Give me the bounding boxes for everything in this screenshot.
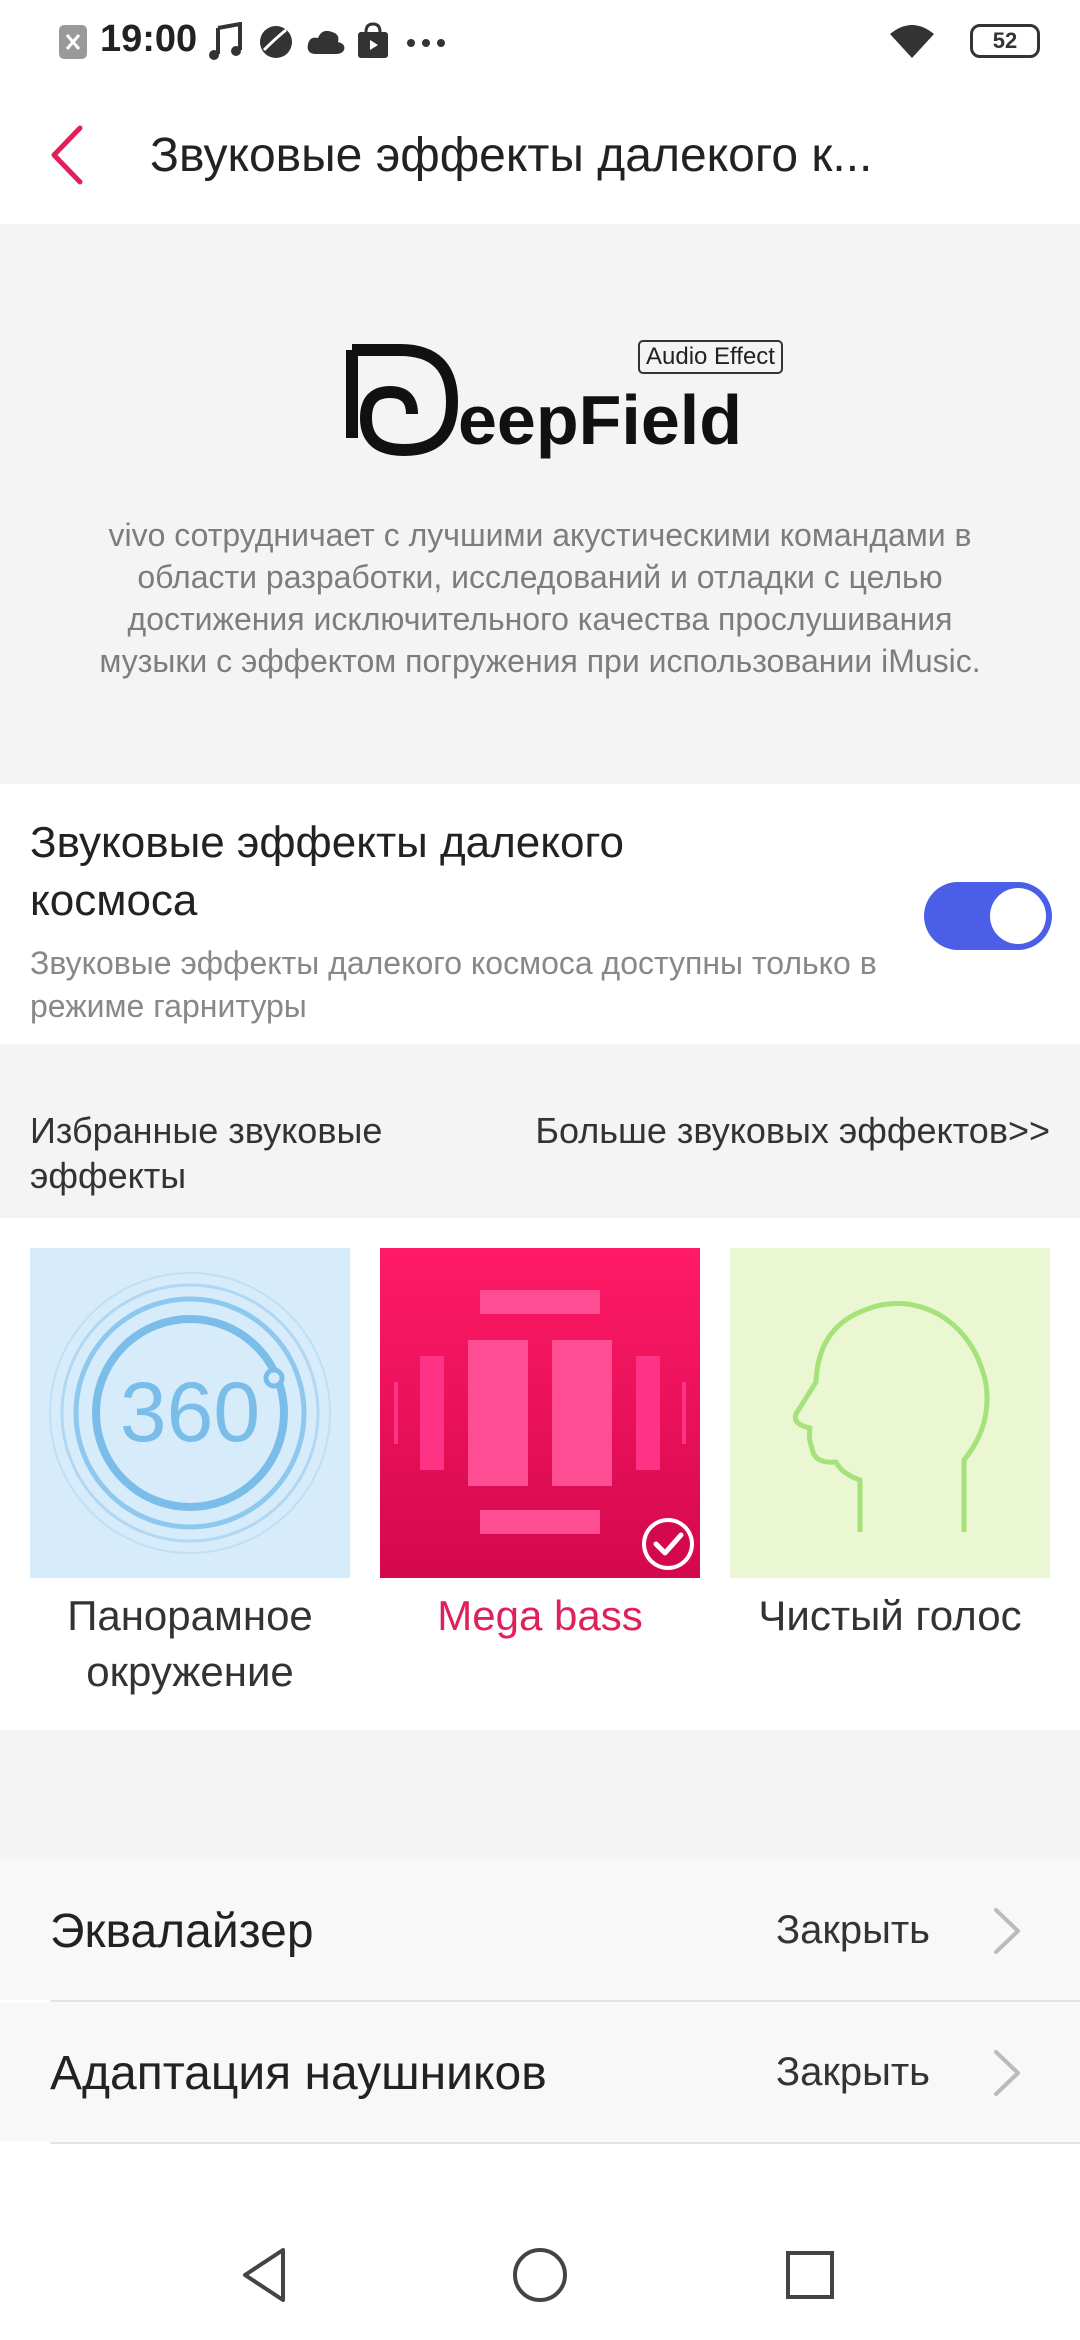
chevron-right-icon bbox=[994, 2050, 1020, 2096]
battery-indicator: 52 bbox=[970, 24, 1040, 58]
app-header: Звуковые эффекты далекого к... bbox=[0, 84, 1080, 224]
effect-card-mega-bass[interactable] bbox=[380, 1248, 700, 1578]
effect-label-mega-bass: Mega bass bbox=[437, 1592, 643, 1639]
app-notification-icon bbox=[260, 26, 292, 58]
page-title: Звуковые эффекты далекого к... bbox=[150, 129, 873, 182]
svg-text:eepField: eepField bbox=[458, 381, 742, 459]
selected-check-icon bbox=[642, 1518, 694, 1570]
more-notifications-icon bbox=[407, 39, 445, 47]
effect-card-panoramic[interactable]: 360 bbox=[30, 1248, 350, 1578]
wifi-icon bbox=[890, 25, 934, 58]
nav-back-button[interactable] bbox=[231, 2240, 301, 2310]
deep-space-toggle[interactable] bbox=[924, 882, 1052, 950]
effect-label-panoramic: Панорамное окружение bbox=[67, 1592, 313, 1695]
headphone-adaptation-label: Адаптация наушников bbox=[50, 2047, 547, 2100]
clear-voice-head-icon bbox=[730, 1248, 1050, 1578]
nav-home-button[interactable] bbox=[505, 2240, 575, 2310]
sim-missing-icon bbox=[59, 25, 87, 59]
svg-text:360: 360 bbox=[120, 1365, 260, 1459]
deep-space-setting: Звуковые эффекты далекого космоса Звуков… bbox=[0, 784, 1080, 1044]
deep-space-title: Звуковые эффекты далекого космоса bbox=[30, 818, 625, 925]
deep-space-subtitle: Звуковые эффекты далекого космоса доступ… bbox=[30, 945, 877, 1024]
360-surround-icon: 360 bbox=[30, 1248, 350, 1578]
circle-home-icon bbox=[513, 2248, 567, 2302]
music-note-icon bbox=[209, 22, 242, 60]
nav-recents-button[interactable] bbox=[775, 2240, 845, 2310]
audio-effect-badge: Audio Effect bbox=[638, 340, 783, 374]
headphone-adaptation-row[interactable]: Адаптация наушников Закрыть bbox=[0, 2002, 1080, 2142]
mega-bass-icon bbox=[380, 1248, 700, 1578]
list-divider bbox=[50, 2142, 1080, 2144]
favorites-header: Избранные звуковые эффекты Больше звуков… bbox=[0, 1044, 1080, 1218]
more-effects-link[interactable]: Больше звуковых эффектов>> bbox=[535, 1108, 1050, 1153]
battery-level: 52 bbox=[992, 28, 1018, 53]
status-time: 19:00 bbox=[100, 18, 198, 60]
effect-label-clear-voice: Чистый голос bbox=[758, 1592, 1022, 1639]
back-button[interactable] bbox=[34, 120, 104, 190]
system-nav-bar bbox=[0, 2200, 1080, 2340]
equalizer-label: Эквалайзер bbox=[50, 1905, 314, 1958]
square-recents-icon bbox=[786, 2251, 834, 2299]
effects-grid: 360 Панорамное окружение Mega bass Чисты… bbox=[0, 1218, 1080, 1730]
section-gap bbox=[0, 1730, 1080, 1860]
chevron-right-icon bbox=[994, 1908, 1020, 1954]
equalizer-value: Закрыть bbox=[775, 1908, 930, 1952]
favorites-label: Избранные звуковые эффекты bbox=[30, 1110, 383, 1196]
cloud-icon bbox=[307, 30, 345, 54]
deepfield-hero: eepField Audio Effect vivo сотрудничает … bbox=[0, 224, 1080, 784]
hero-description: vivo сотрудничает с лучшими акустическим… bbox=[99, 517, 981, 679]
effect-card-clear-voice[interactable] bbox=[730, 1248, 1050, 1578]
back-arrow-icon bbox=[51, 125, 83, 185]
deepfield-logo: eepField Audio Effect bbox=[340, 334, 800, 464]
triangle-back-icon bbox=[243, 2248, 285, 2302]
headphone-adaptation-value: Закрыть bbox=[775, 2050, 930, 2094]
equalizer-row[interactable]: Эквалайзер Закрыть bbox=[0, 1860, 1080, 2000]
toggle-knob bbox=[990, 888, 1046, 944]
store-bag-icon bbox=[358, 22, 388, 58]
status-bar: 19:00 52 bbox=[0, 0, 1080, 84]
